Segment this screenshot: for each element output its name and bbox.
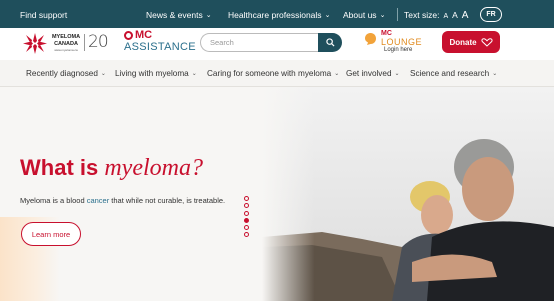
search-bar — [200, 33, 342, 52]
carousel-dot[interactable] — [244, 225, 249, 231]
chevron-down-icon: ⌄ — [334, 71, 340, 77]
hero-desc-text: that while not curable, is treatable. — [109, 196, 226, 205]
text-size-large[interactable]: A — [462, 10, 469, 21]
nav-caring-for-someone[interactable]: Caring for someone with myeloma ⌄ — [207, 69, 339, 78]
mc-assistance-logo[interactable]: MC ASSISTANCE — [124, 29, 196, 55]
utility-bar: Find support News & events ⌄ Healthcare … — [0, 0, 554, 28]
lounge-name: LOUNGE — [381, 37, 423, 47]
logo-divider — [84, 34, 85, 51]
nav-label: Recently diagnosed — [26, 69, 98, 78]
hero-title: What is myeloma? — [20, 155, 203, 182]
nav-label: Caring for someone with myeloma — [207, 69, 332, 78]
anniversary-mark: 20 — [88, 32, 109, 52]
main-navigation: Recently diagnosed ⌄ Living with myeloma… — [0, 60, 554, 87]
site-header: MYELOMA CANADA www.myeloma.ca 20 MC ASSI… — [0, 28, 554, 60]
heart-hand-icon — [480, 37, 493, 47]
carousel-dot[interactable] — [244, 232, 249, 238]
search-button[interactable] — [318, 33, 342, 52]
donate-button[interactable]: Donate — [442, 31, 500, 53]
find-support-link[interactable]: Find support — [20, 10, 67, 20]
carousel-dot[interactable] — [244, 196, 249, 201]
logo-small-text: www.myeloma.ca — [54, 48, 78, 52]
chevron-down-icon: ⌄ — [324, 12, 331, 19]
nav-label: Living with myeloma — [115, 69, 189, 78]
hero-desc-text: Myeloma is a blood — [20, 196, 87, 205]
hero-carousel: What is myeloma? Myeloma is a blood canc… — [0, 87, 554, 301]
mc-assistance-sub-label: ASSISTANCE — [124, 41, 196, 53]
mc-assistance-mark: MC — [124, 29, 152, 41]
nav-recently-diagnosed[interactable]: Recently diagnosed ⌄ — [26, 69, 106, 78]
donate-label: Donate — [449, 37, 477, 47]
nav-label: Get involved — [346, 69, 392, 78]
learn-more-button[interactable]: Learn more — [21, 222, 81, 246]
chevron-down-icon: ⌄ — [379, 12, 386, 19]
logo-line1: MYELOMA — [51, 34, 81, 40]
divider — [397, 8, 398, 21]
chevron-down-icon: ⌄ — [191, 71, 197, 77]
text-size-small[interactable]: A — [443, 13, 448, 20]
nav-healthcare-label: Healthcare professionals — [228, 10, 322, 20]
nav-about-us[interactable]: About us ⌄ — [343, 10, 385, 20]
hero-title-plain: What is — [20, 155, 105, 180]
text-size-label: Text size: — [404, 10, 440, 20]
nav-science-research[interactable]: Science and research ⌄ — [410, 69, 497, 78]
chevron-down-icon: ⌄ — [100, 71, 106, 77]
hero-photo-couple — [262, 87, 554, 301]
carousel-dot[interactable] — [244, 203, 249, 209]
language-toggle-button[interactable]: FR — [480, 7, 502, 22]
search-input[interactable] — [200, 33, 322, 52]
chevron-down-icon: ⌄ — [394, 71, 400, 77]
lounge-mc-label: MC — [381, 30, 392, 37]
search-icon — [325, 38, 335, 47]
carousel-pagination — [244, 196, 250, 240]
text-size-medium[interactable]: A — [452, 10, 458, 20]
nav-about-us-label: About us — [343, 10, 377, 20]
cancer-link[interactable]: cancer — [87, 196, 110, 205]
nav-get-involved[interactable]: Get involved ⌄ — [346, 69, 400, 78]
text-size-control: Text size: A A A — [404, 10, 468, 21]
nav-news-events[interactable]: News & events ⌄ — [146, 10, 212, 20]
carousel-dot[interactable] — [244, 210, 249, 216]
nav-label: Science and research — [410, 69, 490, 78]
nav-news-events-label: News & events — [146, 10, 203, 20]
carousel-dot[interactable] — [244, 217, 249, 223]
logo-wordmark: MYELOMA CANADA www.myeloma.ca — [51, 34, 81, 54]
mc-lounge-login-link[interactable]: MC LOUNGE Login here — [364, 30, 424, 56]
mc-assistance-top-label: MC — [135, 29, 153, 41]
chat-bubble-icon — [365, 33, 376, 45]
chevron-down-icon: ⌄ — [205, 12, 212, 19]
nav-living-with-myeloma[interactable]: Living with myeloma ⌄ — [115, 69, 197, 78]
myeloma-canada-logo-icon[interactable] — [20, 31, 50, 56]
lounge-login-label: Login here — [384, 47, 413, 53]
nav-healthcare-professionals[interactable]: Healthcare professionals ⌄ — [228, 10, 330, 20]
hero-title-italic: myeloma? — [104, 155, 203, 181]
pill-icon — [124, 30, 133, 40]
chevron-down-icon: ⌄ — [492, 71, 498, 77]
hero-description: Myeloma is a blood cancer that while not… — [20, 196, 225, 205]
